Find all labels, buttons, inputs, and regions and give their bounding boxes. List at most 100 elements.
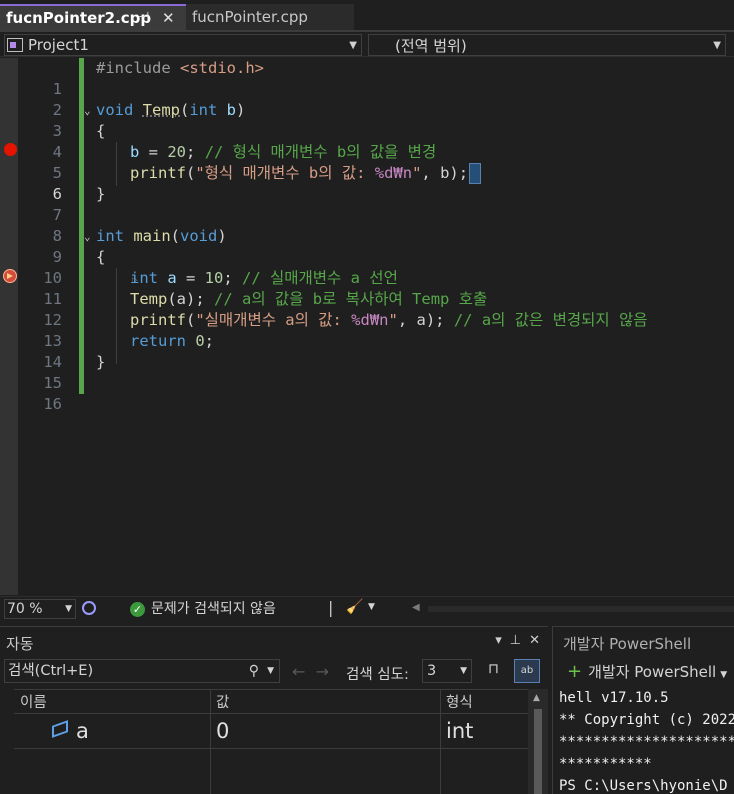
format-spec: %d₩n: [351, 311, 389, 329]
code-line-12[interactable]: 12 Temp(a); // a의 값을 b로 복사하여 Temp 호출: [18, 289, 734, 329]
terminal-line: hell v17.10.5: [559, 690, 669, 706]
project-label: Project1: [28, 36, 89, 54]
check-icon: ✓: [130, 601, 145, 617]
grid-header: 이름 값 형식: [14, 689, 528, 711]
project-icon: [7, 38, 23, 52]
pin-icon[interactable]: ⊣: [138, 10, 149, 25]
pin-icon[interactable]: ⊥: [510, 633, 521, 648]
tab-fucnpointer2[interactable]: fucnPointer2.cpp ⊣ ✕: [0, 4, 186, 30]
view-as-hex-icon[interactable]: ab: [514, 659, 540, 683]
autos-window: 자동 ▾ ⊥ ✕ 검색(Ctrl+E) ⚲ ▼ ← → 검색 심도: 3 ▼ ⊓ a…: [0, 626, 548, 794]
variable: b: [130, 143, 140, 161]
chevron-down-icon: ▼: [349, 40, 357, 51]
terminal-output[interactable]: hell v17.10.5 ** Copyright (c) 2022 ******…: [559, 687, 734, 794]
punct: (: [186, 164, 196, 182]
args: (a);: [167, 290, 205, 308]
scroll-thumb[interactable]: [534, 709, 542, 794]
window-position-icon[interactable]: ▾: [495, 633, 502, 648]
button-label: 개발자 PowerShell: [588, 663, 717, 681]
code-line-11[interactable]: 11 int a = 10; // 실매개변수 a 선언: [18, 268, 734, 308]
chevron-down-icon[interactable]: ▼: [267, 660, 274, 682]
scroll-up-icon[interactable]: ▲: [533, 693, 540, 703]
editor-status-bar: 70 % ▼ ✓ 문제가 검색되지 않음 | 🧹 ▼ ◀: [0, 596, 734, 620]
search-nav-arrows[interactable]: ← →: [292, 662, 329, 681]
string: "실매개변수 a의 값:: [195, 311, 352, 329]
project-dropdown[interactable]: Project1 ▼: [4, 34, 362, 56]
variable: a: [158, 269, 177, 287]
collapse-chevron-icon[interactable]: ⌄: [84, 100, 91, 121]
plus-icon: +: [567, 661, 583, 682]
comment: // 실매개변수 a 선언: [232, 269, 398, 287]
scope-dropdown[interactable]: (전역 범위) ▼: [368, 34, 726, 56]
code-line-4[interactable]: 4 {: [18, 121, 734, 161]
operator: =: [139, 143, 168, 161]
code-line-5[interactable]: 5 b = 20; // 형식 매개변수 b의 값을 변경: [18, 142, 734, 182]
developer-powershell-window: 개발자 PowerShell + 개발자 PowerShell ▼ hell v17…: [552, 626, 734, 794]
search-depth-dropdown[interactable]: 3 ▼: [422, 659, 472, 683]
code-line-9[interactable]: 9 ⌄ int main(void): [18, 226, 734, 266]
code-line-2[interactable]: 2: [18, 79, 734, 119]
punct: ): [236, 101, 246, 119]
code-line-3[interactable]: 3 ⌄ void Temp(int b): [18, 100, 734, 140]
code-line-1[interactable]: 1 #include <stdio.h>: [18, 58, 734, 98]
code-line-13[interactable]: 13 printf("실매개변수 a의 값: %d₩n", a); // a의 …: [18, 310, 734, 350]
punct: ;: [458, 164, 469, 182]
chevron-down-icon: ▼: [65, 604, 72, 614]
filter-pin-icon[interactable]: ⊓: [488, 661, 499, 677]
terminal-line: ***********: [559, 756, 652, 772]
brace: {: [96, 122, 106, 140]
code-line-16[interactable]: 16: [18, 373, 734, 413]
copilot-icon[interactable]: [82, 601, 96, 615]
column-header-name[interactable]: 이름: [20, 691, 47, 712]
comment: // a의 값은 변경되지 않음: [444, 311, 648, 329]
code-line-6[interactable]: 6 ▷ printf("형식 매개변수 b의 값: %d₩n", b);: [18, 163, 734, 286]
chevron-down-icon[interactable]: ▼: [368, 602, 375, 612]
column-header-type[interactable]: 형식: [446, 691, 473, 712]
issues-text: 문제가 검색되지 않음: [151, 601, 276, 617]
search-icon[interactable]: ⚲: [249, 660, 259, 682]
code-line-14[interactable]: 14 return 0;: [18, 331, 734, 371]
param: b: [217, 101, 237, 119]
row-type: int: [446, 719, 474, 743]
terminal-line: **********************: [559, 734, 734, 750]
keyword: void: [180, 227, 218, 245]
function-name: Temp: [142, 101, 180, 119]
tab-fucnpointer[interactable]: fucnPointer.cpp: [186, 4, 354, 30]
string: "형식 매개변수 b의 값:: [195, 164, 375, 182]
code-cleanup-icon[interactable]: 🧹: [346, 599, 363, 615]
navigation-bar: Project1 ▼ (전역 범위) ▼: [0, 33, 734, 57]
code-line-7[interactable]: 7 }: [18, 184, 734, 224]
zoom-dropdown[interactable]: 70 % ▼: [4, 599, 76, 619]
new-powershell-button[interactable]: + 개발자 PowerShell ▼: [567, 661, 727, 682]
preprocessor: #include: [96, 59, 180, 77]
horizontal-scrollbar[interactable]: [428, 606, 734, 612]
punct: (: [180, 101, 190, 119]
brace: {: [96, 248, 106, 266]
chevron-down-icon: ▼: [720, 670, 728, 680]
include-path: <stdio.h>: [180, 59, 264, 77]
close-icon[interactable]: ✕: [529, 633, 540, 648]
breakpoint-margin[interactable]: [0, 58, 18, 595]
vertical-scrollbar[interactable]: ▲: [528, 689, 548, 794]
code-line-15[interactable]: 15 }: [18, 352, 734, 392]
punct: (: [186, 311, 196, 329]
table-row[interactable]: a 0 int: [14, 713, 528, 749]
search-input[interactable]: 검색(Ctrl+E) ⚲ ▼: [4, 659, 280, 683]
current-statement-breakpoint-icon[interactable]: [3, 269, 17, 283]
brace: }: [96, 353, 106, 371]
scroll-left-icon[interactable]: ◀: [412, 602, 420, 613]
breakpoint-icon[interactable]: [4, 143, 17, 156]
code-editor[interactable]: 1 #include <stdio.h> 2 3 ⌄ void Temp(int…: [0, 58, 734, 595]
code-line-8[interactable]: 8: [18, 205, 734, 245]
issues-indicator[interactable]: ✓ 문제가 검색되지 않음: [130, 599, 276, 619]
code-line-10[interactable]: 10 {: [18, 247, 734, 287]
terminal-line: ** Copyright (c) 2022: [559, 712, 734, 728]
row-value[interactable]: 0: [216, 719, 229, 743]
close-icon[interactable]: ✕: [162, 9, 175, 27]
keyword: int: [96, 227, 124, 245]
comment: // 형식 매개변수 b의 값을 변경: [195, 143, 437, 161]
collapse-chevron-icon[interactable]: ⌄: [84, 226, 91, 247]
brace: }: [96, 185, 106, 203]
function-name: Temp: [130, 290, 168, 308]
column-header-value[interactable]: 값: [216, 691, 229, 712]
